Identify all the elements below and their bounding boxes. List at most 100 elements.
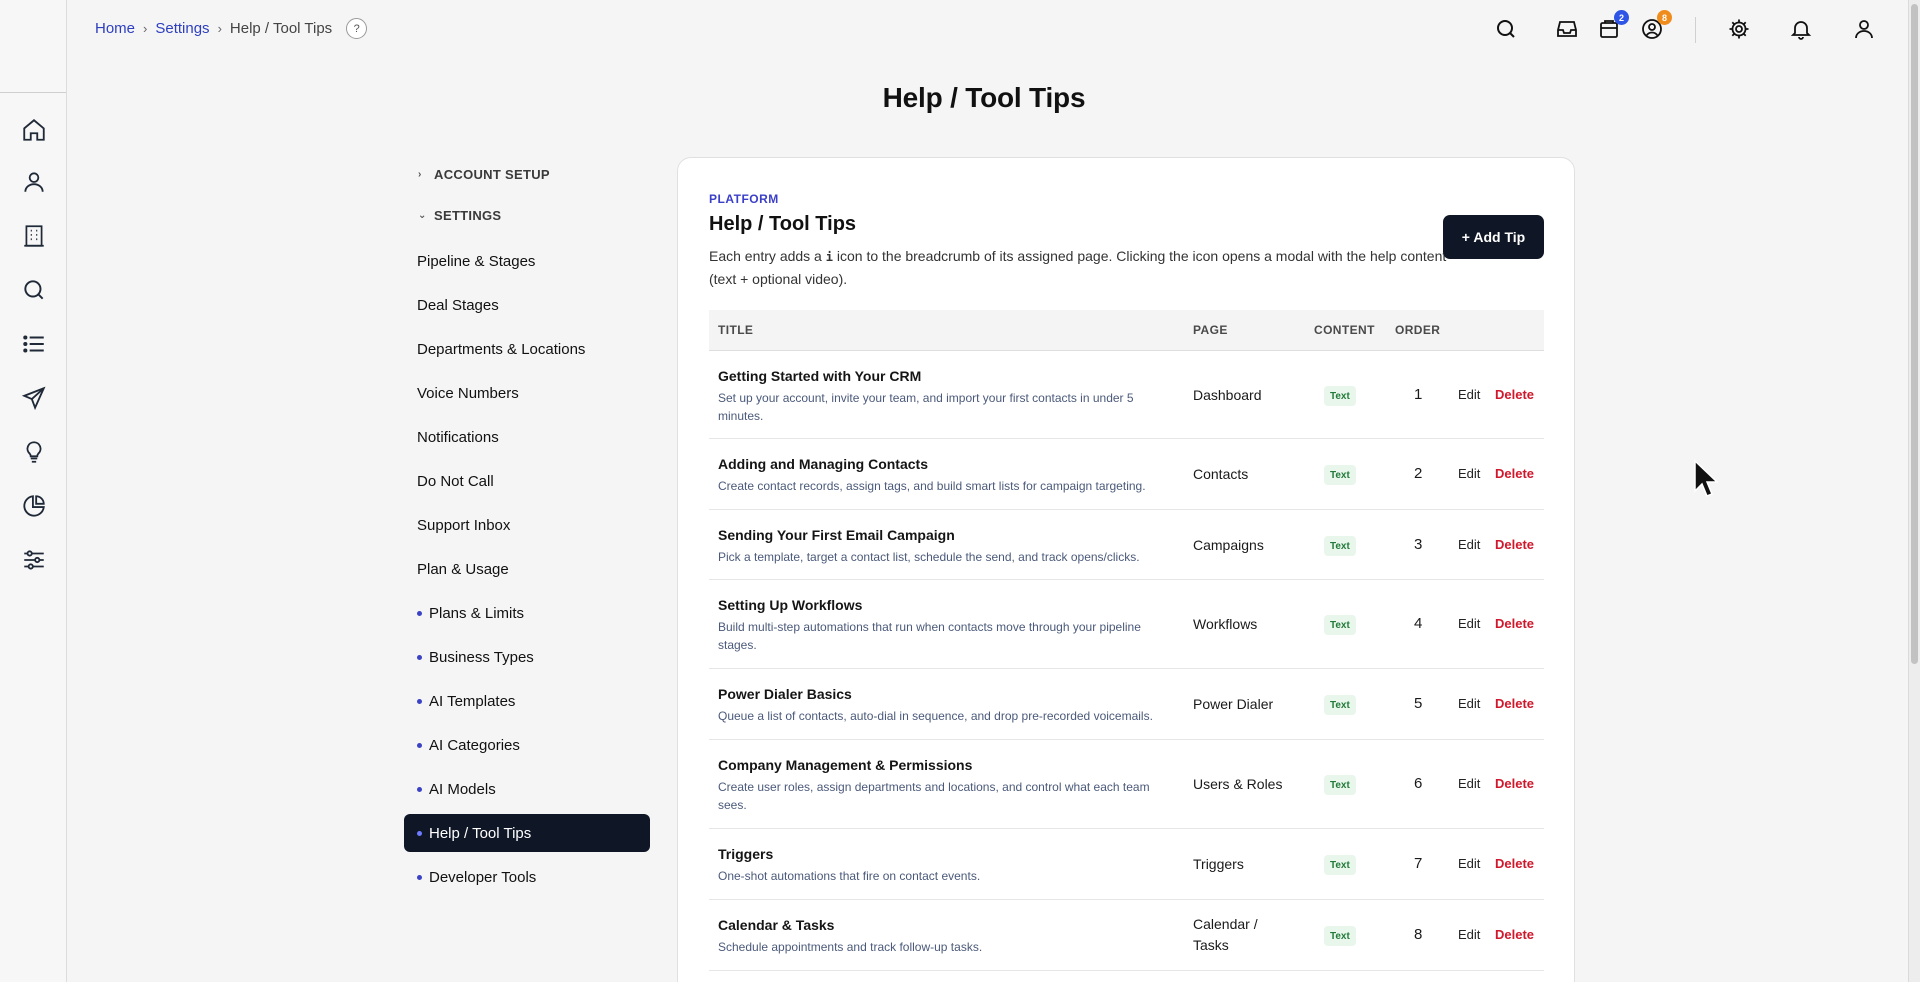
chevron-down-icon: ⌄ bbox=[418, 209, 427, 221]
nav-item-plan-usage[interactable]: Plan & Usage bbox=[404, 550, 650, 588]
nav-item-pipeline-stages[interactable]: Pipeline & Stages bbox=[404, 242, 650, 280]
tip-page: Contacts bbox=[1193, 466, 1249, 482]
chevron-right-icon: › bbox=[217, 21, 222, 36]
column-header-content[interactable]: CONTENT bbox=[1314, 323, 1375, 337]
content-type-badge: Text bbox=[1324, 855, 1356, 875]
nav-item-do-not-call[interactable]: Do Not Call bbox=[404, 462, 650, 500]
edit-button[interactable]: Edit bbox=[1458, 537, 1480, 552]
user-icon[interactable] bbox=[1852, 17, 1876, 41]
nav-group-account-setup[interactable]: › ACCOUNT SETUP bbox=[404, 163, 550, 185]
nav-item-label: Business Types bbox=[429, 648, 534, 666]
content-type-badge: Text bbox=[1324, 386, 1356, 406]
tip-description: Create user roles, assign departments an… bbox=[718, 780, 1150, 812]
nav-item-ai-categories[interactable]: AI Categories bbox=[404, 726, 650, 764]
edit-button[interactable]: Edit bbox=[1458, 927, 1480, 942]
card-description-text: Each entry adds a bbox=[709, 248, 826, 264]
edit-button[interactable]: Edit bbox=[1458, 387, 1480, 402]
edit-button[interactable]: Edit bbox=[1458, 776, 1480, 791]
nav-item-support-inbox[interactable]: Support Inbox bbox=[404, 506, 650, 544]
tips-card: PLATFORM Help / Tool Tips Each entry add… bbox=[677, 157, 1575, 982]
edit-button[interactable]: Edit bbox=[1458, 616, 1480, 631]
nav-item-business-types[interactable]: Business Types bbox=[404, 638, 650, 676]
contacts-icon[interactable] bbox=[21, 169, 47, 195]
nav-group-settings[interactable]: ⌄ SETTINGS bbox=[404, 204, 501, 226]
tip-order: 4 bbox=[1414, 615, 1423, 632]
table-header: TITLE PAGE CONTENT ORDER bbox=[709, 310, 1544, 351]
help-circle-icon[interactable]: ? bbox=[346, 18, 368, 39]
nav-item-label: Departments & Locations bbox=[417, 340, 586, 358]
breadcrumb-home[interactable]: Home bbox=[95, 20, 135, 37]
delete-button[interactable]: Delete bbox=[1495, 776, 1534, 791]
send-icon[interactable] bbox=[21, 385, 47, 411]
tip-title: Sending Your First Email Campaign bbox=[718, 527, 955, 543]
nav-item-label: AI Categories bbox=[429, 736, 520, 754]
nav-item-label: Pipeline & Stages bbox=[417, 252, 536, 270]
list-icon[interactable] bbox=[21, 331, 47, 357]
delete-button[interactable]: Delete bbox=[1495, 927, 1534, 942]
tip-order: 5 bbox=[1414, 695, 1423, 712]
delete-button[interactable]: Delete bbox=[1495, 616, 1534, 631]
nav-item-plans-limits[interactable]: Plans & Limits bbox=[404, 594, 650, 632]
nav-item-departments-locations[interactable]: Departments & Locations bbox=[404, 330, 650, 368]
table-row: Getting Started with Your CRM Set up you… bbox=[709, 351, 1544, 439]
tip-page: Workflows bbox=[1193, 616, 1258, 632]
calendar-badge: 2 bbox=[1614, 10, 1629, 25]
page-scrollbar[interactable] bbox=[1908, 0, 1920, 982]
building-icon[interactable] bbox=[21, 223, 47, 249]
content-type-badge: Text bbox=[1324, 775, 1356, 795]
nav-item-deal-stages[interactable]: Deal Stages bbox=[404, 286, 650, 324]
edit-button[interactable]: Edit bbox=[1458, 696, 1480, 711]
lightbulb-icon[interactable] bbox=[21, 439, 47, 465]
card-eyebrow: PLATFORM bbox=[709, 192, 779, 206]
nav-item-notifications[interactable]: Notifications bbox=[404, 418, 650, 456]
nav-item-developer-tools[interactable]: Developer Tools bbox=[404, 858, 650, 896]
table-row: Power Dialer Basics Queue a list of cont… bbox=[709, 669, 1544, 740]
tip-page: Triggers bbox=[1193, 856, 1244, 872]
tips-table: TITLE PAGE CONTENT ORDER Getting Started… bbox=[709, 310, 1544, 971]
edit-button[interactable]: Edit bbox=[1458, 466, 1480, 481]
nav-item-ai-templates[interactable]: AI Templates bbox=[404, 682, 650, 720]
column-header-title[interactable]: TITLE bbox=[718, 323, 753, 337]
pie-chart-icon[interactable] bbox=[21, 493, 47, 519]
nav-item-help-tool-tips[interactable]: Help / Tool Tips bbox=[404, 814, 650, 852]
chevron-right-icon: › bbox=[143, 21, 148, 36]
search-icon[interactable] bbox=[1494, 17, 1518, 41]
nav-item-ai-models[interactable]: AI Models bbox=[404, 770, 650, 808]
nav-item-voice-numbers[interactable]: Voice Numbers bbox=[404, 374, 650, 412]
tip-title: Company Management & Permissions bbox=[718, 757, 973, 773]
sliders-icon[interactable] bbox=[21, 547, 47, 573]
calendar-icon[interactable]: 2 bbox=[1597, 10, 1629, 41]
column-header-order[interactable]: ORDER bbox=[1395, 323, 1440, 337]
content-type-badge: Text bbox=[1324, 615, 1356, 635]
bell-icon[interactable] bbox=[1789, 17, 1813, 41]
breadcrumb-settings[interactable]: Settings bbox=[155, 20, 209, 37]
gear-icon[interactable] bbox=[1727, 17, 1751, 41]
tip-page: Calendar / Tasks bbox=[1193, 916, 1258, 953]
tip-page: Dashboard bbox=[1193, 387, 1262, 403]
tip-title: Calendar & Tasks bbox=[718, 917, 835, 933]
table-row: Adding and Managing Contacts Create cont… bbox=[709, 439, 1544, 510]
nav-item-label: Voice Numbers bbox=[417, 384, 519, 402]
add-tip-button[interactable]: + Add Tip bbox=[1443, 215, 1544, 259]
info-icon: i bbox=[825, 250, 833, 264]
edit-button[interactable]: Edit bbox=[1458, 856, 1480, 871]
nav-item-label: Notifications bbox=[417, 428, 499, 446]
delete-button[interactable]: Delete bbox=[1495, 466, 1534, 481]
home-icon[interactable] bbox=[21, 117, 47, 143]
rail-logo-area bbox=[0, 0, 66, 93]
updates-icon[interactable]: 8 bbox=[1640, 10, 1672, 41]
search-icon[interactable] bbox=[21, 277, 47, 303]
delete-button[interactable]: Delete bbox=[1495, 856, 1534, 871]
delete-button[interactable]: Delete bbox=[1495, 387, 1534, 402]
content-type-badge: Text bbox=[1324, 536, 1356, 556]
card-description: Each entry adds a i icon to the breadcru… bbox=[709, 245, 1449, 290]
delete-button[interactable]: Delete bbox=[1495, 537, 1534, 552]
nav-item-label: Plan & Usage bbox=[417, 560, 509, 578]
tip-description: Create contact records, assign tags, and… bbox=[718, 479, 1146, 493]
tip-order: 2 bbox=[1414, 465, 1423, 482]
delete-button[interactable]: Delete bbox=[1495, 696, 1534, 711]
scrollbar-thumb[interactable] bbox=[1911, 4, 1918, 664]
column-header-page[interactable]: PAGE bbox=[1193, 323, 1228, 337]
inbox-icon[interactable] bbox=[1555, 17, 1579, 41]
tip-title: Triggers bbox=[718, 846, 774, 862]
